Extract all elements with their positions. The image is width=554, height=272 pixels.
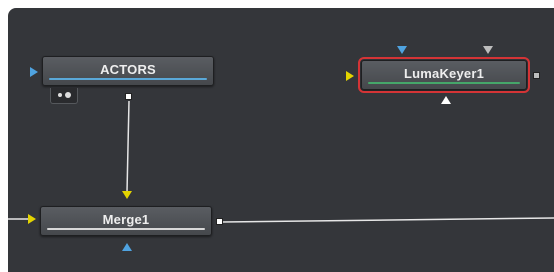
merge-foreground-input-icon[interactable] xyxy=(122,191,132,199)
actors-node[interactable]: ACTORS xyxy=(42,56,214,86)
actors-input-icon[interactable] xyxy=(30,67,38,77)
merge-mask-input-icon[interactable] xyxy=(122,243,132,251)
luma-output-arrow-icon[interactable] xyxy=(441,96,451,104)
luma-keyer-node[interactable]: LumaKeyer1 xyxy=(358,57,530,93)
luma-mask-input-icon[interactable] xyxy=(397,46,407,54)
actors-status-badge xyxy=(50,88,78,104)
merge-output-icon[interactable] xyxy=(216,218,223,225)
merge-node-label: Merge1 xyxy=(102,212,150,227)
luma-output-icon[interactable] xyxy=(533,72,540,79)
canvas: ACTORS LumaKeyer1 Merge1 xyxy=(0,0,554,272)
luma-garbage-input-icon[interactable] xyxy=(483,46,493,54)
actors-node-label: ACTORS xyxy=(100,62,156,77)
badge-dot-large-icon xyxy=(65,92,71,98)
luma-keyer-node-color-bar xyxy=(368,82,520,84)
wire-actors-to-merge[interactable] xyxy=(126,100,130,193)
merge-background-input-icon[interactable] xyxy=(28,214,36,224)
badge-dot-small-icon xyxy=(58,93,62,97)
merge-node[interactable]: Merge1 xyxy=(40,206,212,236)
merge-node-color-bar xyxy=(47,228,205,230)
luma-background-input-icon[interactable] xyxy=(346,71,354,81)
actors-node-color-bar xyxy=(49,78,207,80)
actors-output-icon[interactable] xyxy=(125,93,132,100)
luma-keyer-node-label: LumaKeyer1 xyxy=(403,66,485,81)
wire-merge-output[interactable] xyxy=(221,217,554,223)
